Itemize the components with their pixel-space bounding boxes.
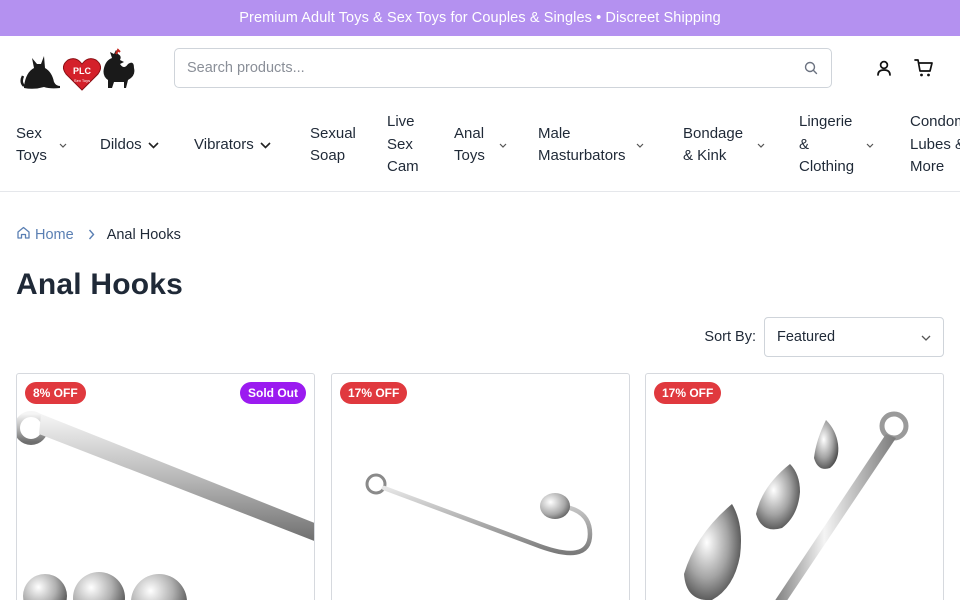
product-image[interactable] xyxy=(646,374,944,600)
account-icon[interactable] xyxy=(874,58,894,78)
site-logo[interactable]: PLC Sex Toys xyxy=(20,42,136,94)
chevron-down-icon xyxy=(866,143,874,148)
breadcrumb-home-link[interactable]: Home xyxy=(16,225,74,244)
product-card[interactable]: 17% OFF xyxy=(331,373,630,600)
site-header: PLC Sex Toys xyxy=(0,36,960,100)
nav-item-sexual-soap[interactable]: Sexual Soap xyxy=(310,100,356,190)
nav-label: Live Sex Cam xyxy=(387,113,419,176)
product-card[interactable]: 8% OFF Sold Out xyxy=(16,373,315,600)
chevron-down-icon xyxy=(59,143,67,148)
chevron-down-icon xyxy=(260,141,271,149)
breadcrumb-current: Anal Hooks xyxy=(106,226,181,243)
announcement-text: Premium Adult Toys & Sex Toys for Couple… xyxy=(239,10,721,26)
chevron-right-icon xyxy=(88,229,95,240)
nav-item-vibrators[interactable]: Vibrators xyxy=(194,100,271,190)
cart-icon[interactable] xyxy=(914,58,934,78)
breadcrumb: Home Anal Hooks xyxy=(16,225,181,244)
chevron-down-icon xyxy=(636,143,644,148)
page-title: Anal Hooks xyxy=(16,268,184,301)
logo-graphic: PLC Sex Toys xyxy=(20,48,135,91)
logo-subtext: Sex Toys xyxy=(74,78,90,83)
search-box[interactable] xyxy=(174,48,832,88)
nav-item-dildos[interactable]: Dildos xyxy=(100,100,159,190)
search-icon[interactable] xyxy=(803,60,819,76)
discount-badge: 17% OFF xyxy=(340,382,408,404)
nav-label: Condom Lubes & More xyxy=(910,113,960,176)
nav-label: Sex Toys xyxy=(16,124,47,165)
sort-label: Sort By: xyxy=(704,329,756,345)
nav-label: Anal Toys xyxy=(454,124,485,165)
chevron-down-icon xyxy=(148,141,159,149)
nav-label: Lingerie & Clothing xyxy=(799,113,855,176)
product-card[interactable]: 17% OFF xyxy=(645,373,944,600)
sort-control: Sort By: Featured xyxy=(704,317,944,357)
discount-badge: 8% OFF xyxy=(25,382,86,404)
nav-item-live-sex-cam[interactable]: Live Sex Cam xyxy=(387,100,419,190)
nav-item-condoms-lubes[interactable]: Condom Lubes & More xyxy=(910,100,960,190)
sort-select[interactable]: Featured xyxy=(764,317,944,357)
logo-text: PLC xyxy=(73,66,92,76)
nav-item-lingerie-clothing[interactable]: Lingerie & Clothing xyxy=(799,100,874,190)
chevron-down-icon xyxy=(499,143,507,148)
nav-label: Male Masturbators xyxy=(538,124,626,165)
sort-selected-value: Featured xyxy=(777,329,836,345)
product-image[interactable] xyxy=(332,374,630,600)
nav-item-anal-toys[interactable]: Anal Toys xyxy=(454,100,507,190)
chevron-down-icon xyxy=(757,143,765,148)
nav-item-bondage-kink[interactable]: Bondage & Kink xyxy=(683,100,765,190)
nav-label: Dildos xyxy=(100,135,142,153)
main-nav: Sex Toys Dildos Vibrators Sexual Soap Li… xyxy=(0,100,960,192)
product-image[interactable] xyxy=(17,374,315,600)
search-input[interactable] xyxy=(187,60,803,76)
announcement-bar: Premium Adult Toys & Sex Toys for Couple… xyxy=(0,0,960,36)
nav-label: Bondage & Kink xyxy=(683,124,744,165)
chevron-down-icon xyxy=(921,329,931,345)
home-icon xyxy=(16,225,31,244)
nav-item-male-masturbators[interactable]: Male Masturbators xyxy=(538,100,644,190)
nav-label: Vibrators xyxy=(194,135,254,153)
nav-item-sex-toys[interactable]: Sex Toys xyxy=(16,100,67,190)
sold-out-badge: Sold Out xyxy=(240,382,306,404)
nav-label: Sexual Soap xyxy=(310,124,356,165)
breadcrumb-home-label: Home xyxy=(35,226,74,243)
discount-badge: 17% OFF xyxy=(654,382,722,404)
